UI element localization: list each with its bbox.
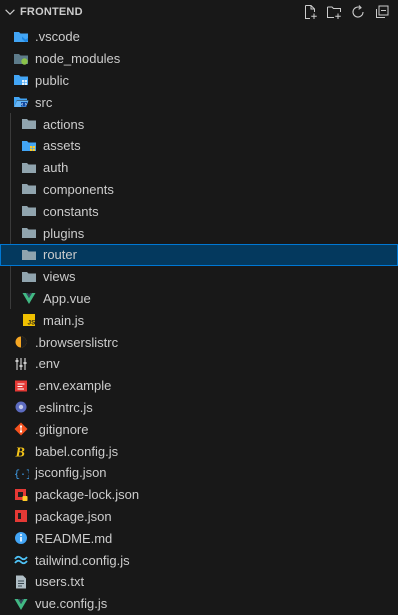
babel-icon: B (13, 443, 29, 460)
folder-node-icon (13, 51, 29, 67)
tree-item-main-js[interactable]: JS main.js (0, 309, 398, 331)
tree-item-label: views (43, 269, 76, 285)
tree-item-label: package.json (35, 508, 112, 524)
folder-icon (21, 225, 37, 241)
folder-vscode-icon (13, 29, 29, 45)
tree-item-label: .eslintrc.js (35, 399, 93, 415)
info-icon (13, 530, 29, 546)
tree-item-components[interactable]: components (0, 179, 398, 201)
git-icon (13, 421, 29, 437)
tree-item-label: constants (43, 203, 99, 219)
new-folder-icon[interactable] (326, 4, 342, 20)
folder-icon (21, 181, 37, 197)
tree-item-public[interactable]: public (0, 70, 398, 92)
tree-item-package-json[interactable]: package.json (0, 506, 398, 528)
vue-config-icon (13, 596, 29, 612)
tree-item-gitignore[interactable]: .gitignore (0, 418, 398, 440)
tree-item-label: package-lock.json (35, 487, 140, 503)
file-tree: .vscode node_modules public src actions (0, 26, 398, 615)
tree-item-label: router (43, 247, 77, 263)
eslint-icon (13, 399, 29, 415)
svg-text:B: B (15, 446, 25, 460)
tree-item-label: .env.example (35, 378, 112, 394)
tree-item-label: README.md (35, 530, 113, 546)
tree-item-assets[interactable]: assets (0, 135, 398, 157)
tree-item-label: public (35, 72, 69, 88)
folder-assets-icon (21, 138, 37, 154)
tree-item-jsconfig[interactable]: {·} jsconfig.json (0, 462, 398, 484)
tree-item-label: auth (43, 160, 69, 176)
folder-src-open-icon (13, 94, 29, 110)
folder-icon (21, 160, 37, 176)
npm-icon (13, 508, 29, 524)
tree-item-label: users.txt (35, 574, 85, 590)
folder-icon (21, 247, 37, 263)
tailwind-icon (13, 552, 29, 568)
tree-item-label: tailwind.config.js (35, 552, 130, 568)
explorer-header[interactable]: FRONTEND (0, 0, 398, 26)
tree-item-label: .browserslistrc (35, 334, 119, 350)
tree-item-tailwind-config[interactable]: tailwind.config.js (0, 549, 398, 571)
explorer-title: FRONTEND (20, 6, 83, 18)
tree-item-label: jsconfig.json (35, 465, 107, 481)
tree-item-label: src (35, 94, 53, 110)
collapse-all-icon[interactable] (374, 4, 390, 20)
refresh-icon[interactable] (350, 4, 366, 20)
tree-item-label: node_modules (35, 51, 121, 67)
svg-text:{·}: {·} (14, 469, 29, 481)
tree-item-env[interactable]: .env (0, 353, 398, 375)
tree-item-label: plugins (43, 225, 85, 241)
tree-item-package-lock[interactable]: package-lock.json (0, 484, 398, 506)
tree-item-plugins[interactable]: plugins (0, 222, 398, 244)
tree-item-label: babel.config.js (35, 443, 119, 459)
tree-item-label: assets (43, 138, 81, 154)
folder-icon (21, 203, 37, 219)
tree-item-label: .gitignore (35, 421, 89, 437)
tree-item-src[interactable]: src (0, 91, 398, 113)
npm-lock-icon (13, 487, 29, 503)
tree-item-label: .env (35, 356, 60, 372)
explorer-actions (302, 4, 390, 20)
tree-item-vscode[interactable]: .vscode (0, 26, 398, 48)
json-braces-icon: {·} (13, 465, 29, 481)
vue-icon (21, 290, 37, 306)
env-icon (13, 356, 29, 372)
tree-item-constants[interactable]: constants (0, 200, 398, 222)
tree-item-label: components (43, 181, 114, 197)
tree-item-views[interactable]: views (0, 266, 398, 288)
tree-item-label: vue.config.js (35, 596, 108, 612)
tree-item-node-modules[interactable]: node_modules (0, 48, 398, 70)
tree-item-label: .vscode (35, 29, 80, 45)
text-file-icon (13, 574, 29, 590)
tree-item-app-vue[interactable]: App.vue (0, 288, 398, 310)
file-explorer: FRONTEND .vscode node_modules public src… (0, 0, 398, 611)
tree-item-label: main.js (43, 312, 85, 328)
javascript-icon: JS (21, 312, 37, 328)
chevron-down-icon[interactable] (3, 5, 17, 19)
new-file-icon[interactable] (302, 4, 318, 20)
tree-item-router[interactable]: router (0, 243, 398, 266)
folder-icon (21, 116, 37, 132)
tree-item-label: App.vue (43, 290, 91, 306)
tree-item-browserslistrc[interactable]: .browserslistrc (0, 331, 398, 353)
tree-item-vue-config[interactable]: vue.config.js (0, 593, 398, 615)
tree-item-actions[interactable]: actions (0, 113, 398, 135)
tree-item-label: actions (43, 116, 85, 132)
tree-item-babel-config[interactable]: B babel.config.js (0, 440, 398, 462)
tree-item-env-example[interactable]: .env.example (0, 375, 398, 397)
tree-item-users-txt[interactable]: users.txt (0, 571, 398, 593)
env-example-icon (13, 378, 29, 394)
tree-item-auth[interactable]: auth (0, 157, 398, 179)
svg-text:JS: JS (28, 320, 37, 327)
browserslist-icon (13, 334, 29, 350)
tree-item-readme[interactable]: README.md (0, 527, 398, 549)
tree-item-eslintrc[interactable]: .eslintrc.js (0, 397, 398, 419)
folder-icon (21, 269, 37, 285)
folder-public-icon (13, 72, 29, 88)
